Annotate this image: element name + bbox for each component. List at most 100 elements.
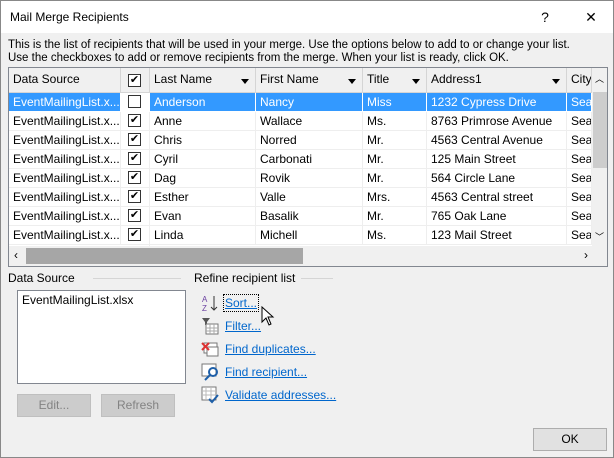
table-row[interactable]: EventMailingList.x... ✔ Esther Valle Mrs. 456… — [9, 188, 592, 207]
scroll-up-icon[interactable]: ︿ — [595, 72, 604, 85]
cell-address1: 765 Oak Lane — [427, 207, 567, 226]
scroll-left-icon[interactable]: ‹ — [14, 248, 18, 262]
sort-az-icon: AZ — [202, 295, 218, 312]
cell-last-name: Anne — [150, 112, 256, 131]
include-checkbox[interactable]: ✔ — [128, 190, 141, 203]
scroll-right-icon[interactable]: › — [584, 248, 588, 262]
refine-link-find-recipient[interactable]: Find recipient... — [225, 365, 307, 379]
column-header-address1[interactable]: Address1 — [427, 68, 567, 93]
include-cell: ✔ — [121, 93, 150, 112]
column-header-include[interactable]: ✔ — [121, 68, 150, 93]
refine-link-sort[interactable]: Sort... — [222, 294, 260, 312]
cell-address1: 4563 Central street — [427, 188, 567, 207]
divider — [301, 278, 333, 279]
refine-link-filter[interactable]: Filter... — [225, 319, 261, 333]
cell-city: Seat — [567, 226, 592, 245]
include-checkbox[interactable]: ✔ — [128, 95, 141, 108]
validate-addresses-icon — [201, 386, 219, 404]
column-header-city[interactable]: City — [567, 68, 592, 93]
dropdown-arrow-icon[interactable] — [412, 79, 420, 84]
cell-title: Mrs. — [363, 188, 427, 207]
mail-merge-recipients-dialog: Mail Merge Recipients ? ✕ This is the li… — [0, 0, 614, 458]
refine-label: Refine recipient list — [194, 271, 302, 285]
cell-first-name: Rovik — [256, 169, 363, 188]
horizontal-scrollbar[interactable]: ‹ › — [9, 246, 607, 266]
table-row[interactable]: EventMailingList.x... ✔ Evan Basalik Mr. 765 … — [9, 207, 592, 226]
cell-first-name: Norred — [256, 131, 363, 150]
cell-last-name: Dag — [150, 169, 256, 188]
horizontal-scroll-thumb[interactable] — [26, 248, 303, 264]
cell-title: Mr. — [363, 131, 427, 150]
include-checkbox[interactable]: ✔ — [128, 133, 141, 146]
table-row[interactable]: EventMailingList.x... ✔ Anne Wallace Ms. 8763… — [9, 112, 592, 131]
cell-first-name: Basalik — [256, 207, 363, 226]
table-row[interactable]: EventMailingList.x... ✔ Cyril Carbonati Mr. 1… — [9, 150, 592, 169]
cell-address1: 123 Mail Street — [427, 226, 567, 245]
cell-address1: 1232 Cypress Drive — [427, 93, 567, 112]
column-header-label: Address1 — [431, 72, 482, 86]
cell-address1: 564 Circle Lane — [427, 169, 567, 188]
table-row[interactable]: EventMailingList.x... ✔ Linda Michell Ms. 123… — [9, 226, 592, 245]
table-row[interactable]: EventMailingList.x... ✔ Anderson Nancy Miss 1… — [9, 93, 592, 112]
cell-last-name: Anderson — [150, 93, 256, 112]
refine-link-find-duplicates[interactable]: Find duplicates... — [225, 342, 316, 356]
find-duplicates-icon — [201, 342, 219, 357]
include-checkbox[interactable]: ✔ — [128, 228, 141, 241]
include-checkbox[interactable]: ✔ — [128, 171, 141, 184]
column-header-last-name[interactable]: Last Name — [150, 68, 256, 93]
edit-button[interactable]: Edit... — [17, 394, 91, 417]
include-cell: ✔ — [121, 131, 150, 150]
svg-text:A: A — [202, 295, 208, 304]
cell-title: Ms. — [363, 112, 427, 131]
include-cell: ✔ — [121, 207, 150, 226]
data-source-list[interactable]: EventMailingList.xlsx — [17, 290, 186, 384]
column-header-label: City — [571, 72, 592, 86]
cell-city: Seat — [567, 188, 592, 207]
include-checkbox[interactable]: ✔ — [128, 209, 141, 222]
table-row[interactable]: EventMailingList.x... ✔ Dag Rovik Mr. 564 Cir… — [9, 169, 592, 188]
cell-first-name: Michell — [256, 226, 363, 245]
column-header-data-source[interactable]: Data Source — [9, 68, 121, 93]
recipients-table: ︿ ﹀ ‹ › Data Source ✔ Last Name First Name T… — [8, 67, 608, 267]
vertical-scroll-thumb[interactable] — [593, 92, 607, 168]
cell-data-source: EventMailingList.x... — [9, 226, 121, 245]
dropdown-arrow-icon[interactable] — [241, 79, 249, 84]
scroll-down-icon[interactable]: ﹀ — [595, 230, 604, 243]
include-cell: ✔ — [121, 150, 150, 169]
cell-last-name: Esther — [150, 188, 256, 207]
cell-title: Mr. — [363, 150, 427, 169]
description-line-1: This is the list of recipients that will… — [8, 39, 570, 51]
cell-city: Seat — [567, 169, 592, 188]
table-row[interactable]: EventMailingList.x... ✔ Chris Norred Mr. 4563… — [9, 131, 592, 150]
include-cell: ✔ — [121, 226, 150, 245]
data-source-item[interactable]: EventMailingList.xlsx — [18, 291, 185, 309]
description-line-2: Use the checkboxes to add or remove reci… — [8, 52, 509, 64]
include-cell: ✔ — [121, 112, 150, 131]
dropdown-arrow-icon[interactable] — [348, 79, 356, 84]
cell-data-source: EventMailingList.x... — [9, 131, 121, 150]
include-cell: ✔ — [121, 188, 150, 207]
cell-last-name: Evan — [150, 207, 256, 226]
ok-button[interactable]: OK — [533, 428, 607, 451]
cell-address1: 8763 Primrose Avenue — [427, 112, 567, 131]
dropdown-arrow-icon[interactable] — [552, 79, 560, 84]
cell-title: Miss — [363, 93, 427, 112]
help-button[interactable]: ? — [523, 4, 567, 30]
cell-title: Ms. — [363, 226, 427, 245]
close-button[interactable]: ✕ — [569, 4, 613, 30]
cell-title: Mr. — [363, 169, 427, 188]
cell-data-source: EventMailingList.x... — [9, 188, 121, 207]
cell-first-name: Wallace — [256, 112, 363, 131]
vertical-scrollbar[interactable]: ︿ ﹀ — [592, 68, 607, 246]
refresh-button[interactable]: Refresh — [101, 394, 175, 417]
cell-city: Seat — [567, 112, 592, 131]
cell-title: Mr. — [363, 207, 427, 226]
include-checkbox[interactable]: ✔ — [128, 152, 141, 165]
include-checkbox[interactable]: ✔ — [128, 114, 141, 127]
column-header-label: Title — [367, 72, 390, 86]
refine-link-validate-addresses[interactable]: Validate addresses... — [225, 388, 336, 402]
select-all-checkbox[interactable]: ✔ — [128, 74, 141, 87]
column-header-first-name[interactable]: First Name — [256, 68, 363, 93]
column-header-title[interactable]: Title — [363, 68, 427, 93]
cell-first-name: Carbonati — [256, 150, 363, 169]
